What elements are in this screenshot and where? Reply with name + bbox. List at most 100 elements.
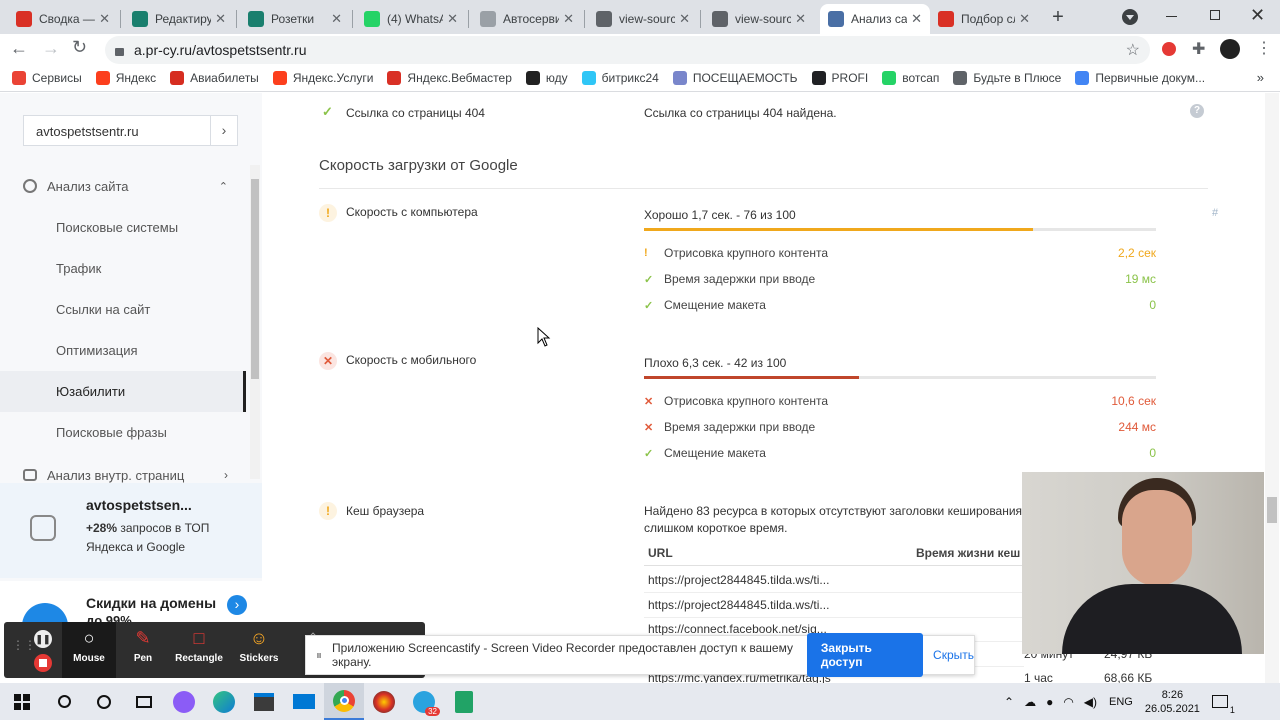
back-button[interactable]: ←	[10, 38, 28, 59]
bookmark-item[interactable]: Будьте в Плюсе	[953, 70, 1061, 85]
browser-tab[interactable]: Редактиру ✕	[124, 4, 234, 34]
cortana-icon[interactable]	[84, 683, 124, 720]
browser-tab[interactable]: view-sourc ✕	[588, 4, 698, 34]
bookmark-label: Сервисы	[32, 70, 82, 85]
hide-notice-button[interactable]: Скрыть	[933, 648, 974, 662]
tool-stickers-button[interactable]: ☺ Stickers	[232, 622, 286, 678]
bookmark-label: PROFI	[831, 70, 869, 85]
sidebar-scrollbar[interactable]	[250, 165, 260, 479]
bookmark-item[interactable]: Сервисы	[12, 70, 82, 85]
sidebar-item[interactable]: Оптимизация	[0, 330, 246, 371]
edge-icon[interactable]	[204, 683, 244, 720]
windows-start-icon[interactable]	[0, 683, 44, 720]
mic-icon[interactable]: ●	[1046, 695, 1053, 709]
sidebar-item[interactable]: Поисковые фразы	[0, 412, 246, 453]
minimize-button[interactable]	[1166, 16, 1177, 17]
store-icon[interactable]	[244, 683, 284, 720]
media-player-icon[interactable]	[364, 683, 404, 720]
sidebar-section-analysis[interactable]: Анализ сайта ⌃	[0, 169, 246, 203]
bookmark-item[interactable]: Яндекс	[95, 70, 156, 85]
metric-name: Время задержки при вводе	[664, 272, 816, 286]
desktop-summary: Хорошо 1,7 сек. - 76 из 100	[644, 208, 796, 222]
tab-close-icon[interactable]: ✕	[331, 11, 342, 27]
sidebar-item[interactable]: Ссылки на сайт	[0, 289, 246, 330]
browser-tab[interactable]: Автосерви ✕	[472, 4, 582, 34]
clock[interactable]: 8:26 26.05.2021	[1145, 688, 1200, 716]
lang-indicator[interactable]: ENG	[1109, 696, 1133, 708]
sheets-icon[interactable]	[444, 683, 484, 720]
stop-sharing-button[interactable]: Закрыть доступ	[806, 633, 924, 677]
browser-tab[interactable]: Подбор сл ✕	[930, 4, 1038, 34]
page-scrollbar[interactable]	[1265, 93, 1279, 683]
forward-button[interactable]: →	[42, 38, 60, 59]
browser-tab[interactable]: Розетки ✕	[240, 4, 350, 34]
wifi-icon[interactable]: ◠	[1063, 695, 1073, 709]
extension-icon[interactable]	[1162, 42, 1176, 56]
bookmark-item[interactable]: PROFI	[811, 70, 869, 85]
bookmark-item[interactable]: Авиабилеты	[170, 70, 259, 85]
promo-card[interactable]: avtospetstsen... +28% запросов в ТОП Янд…	[0, 483, 262, 578]
close-window-button[interactable]: ✕	[1250, 5, 1265, 26]
bookmark-item[interactable]: юду	[525, 70, 568, 85]
sidebar-item[interactable]: Поисковые системы	[0, 207, 246, 248]
help-icon[interactable]: ?	[1190, 104, 1204, 118]
browser-tab[interactable]: view-sourc ✕	[704, 4, 814, 34]
new-tab-button[interactable]: +	[1046, 6, 1070, 30]
bookmark-item[interactable]: битрикс24	[581, 70, 659, 85]
anchor-icon[interactable]: #	[1212, 207, 1218, 219]
sidebar-item[interactable]: Юзабилити	[0, 371, 246, 412]
tab-close-icon[interactable]: ✕	[679, 11, 690, 27]
browser-tab[interactable]: Сводка — ✕	[8, 4, 118, 34]
tab-close-icon[interactable]: ✕	[99, 11, 110, 27]
cache-row-url[interactable]: https://project2844845.tilda.ws/ti...	[648, 573, 918, 587]
bookmark-item[interactable]: Первичные докум...	[1075, 70, 1205, 85]
error-icon-mobile: ✕	[319, 352, 337, 370]
domain-search-go-button[interactable]: ›	[210, 115, 238, 146]
cloud-icon[interactable]: ☁	[1024, 695, 1036, 709]
domain-search-input[interactable]: avtospetstsentr.ru	[23, 115, 211, 146]
telegram-icon[interactable]: 32	[404, 683, 444, 720]
bookmark-item[interactable]: вотсап	[882, 70, 939, 85]
tab-close-icon[interactable]: ✕	[1019, 11, 1030, 27]
tool-rectangle-button[interactable]: □ Rectangle	[172, 622, 226, 678]
puzzle-icon[interactable]: ✚	[1192, 39, 1205, 59]
webcam-overlay[interactable]	[1022, 472, 1264, 654]
reload-button[interactable]: ↻	[72, 37, 87, 58]
alice-icon[interactable]	[164, 683, 204, 720]
maximize-button[interactable]	[1210, 10, 1220, 20]
tray-chevron-icon[interactable]: ⌃	[1004, 695, 1014, 709]
more-bookmarks-icon[interactable]: »	[1257, 70, 1264, 85]
sidebar-item[interactable]: Трафик	[0, 248, 246, 289]
volume-icon[interactable]: ◀)	[1084, 695, 1097, 709]
notifications-icon[interactable]: 1	[1211, 695, 1235, 715]
pause-button[interactable]: ❚❚	[34, 630, 52, 648]
tab-close-icon[interactable]: ✕	[795, 11, 806, 27]
cache-row-url[interactable]: https://project2844845.tilda.ws/ti...	[648, 598, 918, 612]
tab-close-icon[interactable]: ✕	[447, 11, 458, 27]
stop-recording-button[interactable]	[34, 654, 52, 672]
sidebar-item-label: Ссылки на сайт	[56, 302, 151, 317]
chrome-icon[interactable]	[324, 683, 364, 720]
address-bar[interactable]: a.pr-cy.ru/avtospetstsentr.ru ☆	[105, 36, 1150, 64]
task-view-icon[interactable]	[124, 683, 164, 720]
arrow-right-icon[interactable]: ›	[227, 595, 247, 615]
browser-tab[interactable]: Анализ са ✕	[820, 4, 930, 34]
menu-icon[interactable]: ⋮	[1256, 38, 1272, 58]
tab-search-icon[interactable]	[1122, 9, 1138, 25]
chevron-up-icon: ⌃	[218, 180, 228, 193]
bookmark-item[interactable]: ПОСЕЩАЕМОСТЬ	[672, 70, 798, 85]
tab-close-icon[interactable]: ✕	[911, 11, 922, 27]
browser-tab[interactable]: (4) WhatsA ✕	[356, 4, 466, 34]
tab-close-icon[interactable]: ✕	[215, 11, 226, 27]
avatar[interactable]	[1220, 39, 1240, 59]
mail-icon[interactable]	[284, 683, 324, 720]
tool-pen-button[interactable]: ✎ Pen	[116, 622, 170, 678]
drag-handle-icon[interactable]: ⋮⋮	[12, 639, 36, 651]
bookmark-item[interactable]: Яндекс.Услуги	[272, 70, 373, 85]
tool-mouse-button[interactable]: ○ Mouse	[62, 622, 116, 678]
tab-close-icon[interactable]: ✕	[563, 11, 574, 27]
bookmark-star-icon[interactable]: ☆	[1126, 40, 1140, 60]
cache-row-divider	[644, 616, 1024, 618]
search-icon[interactable]	[44, 683, 84, 720]
bookmark-item[interactable]: Яндекс.Вебмастер	[387, 70, 512, 85]
